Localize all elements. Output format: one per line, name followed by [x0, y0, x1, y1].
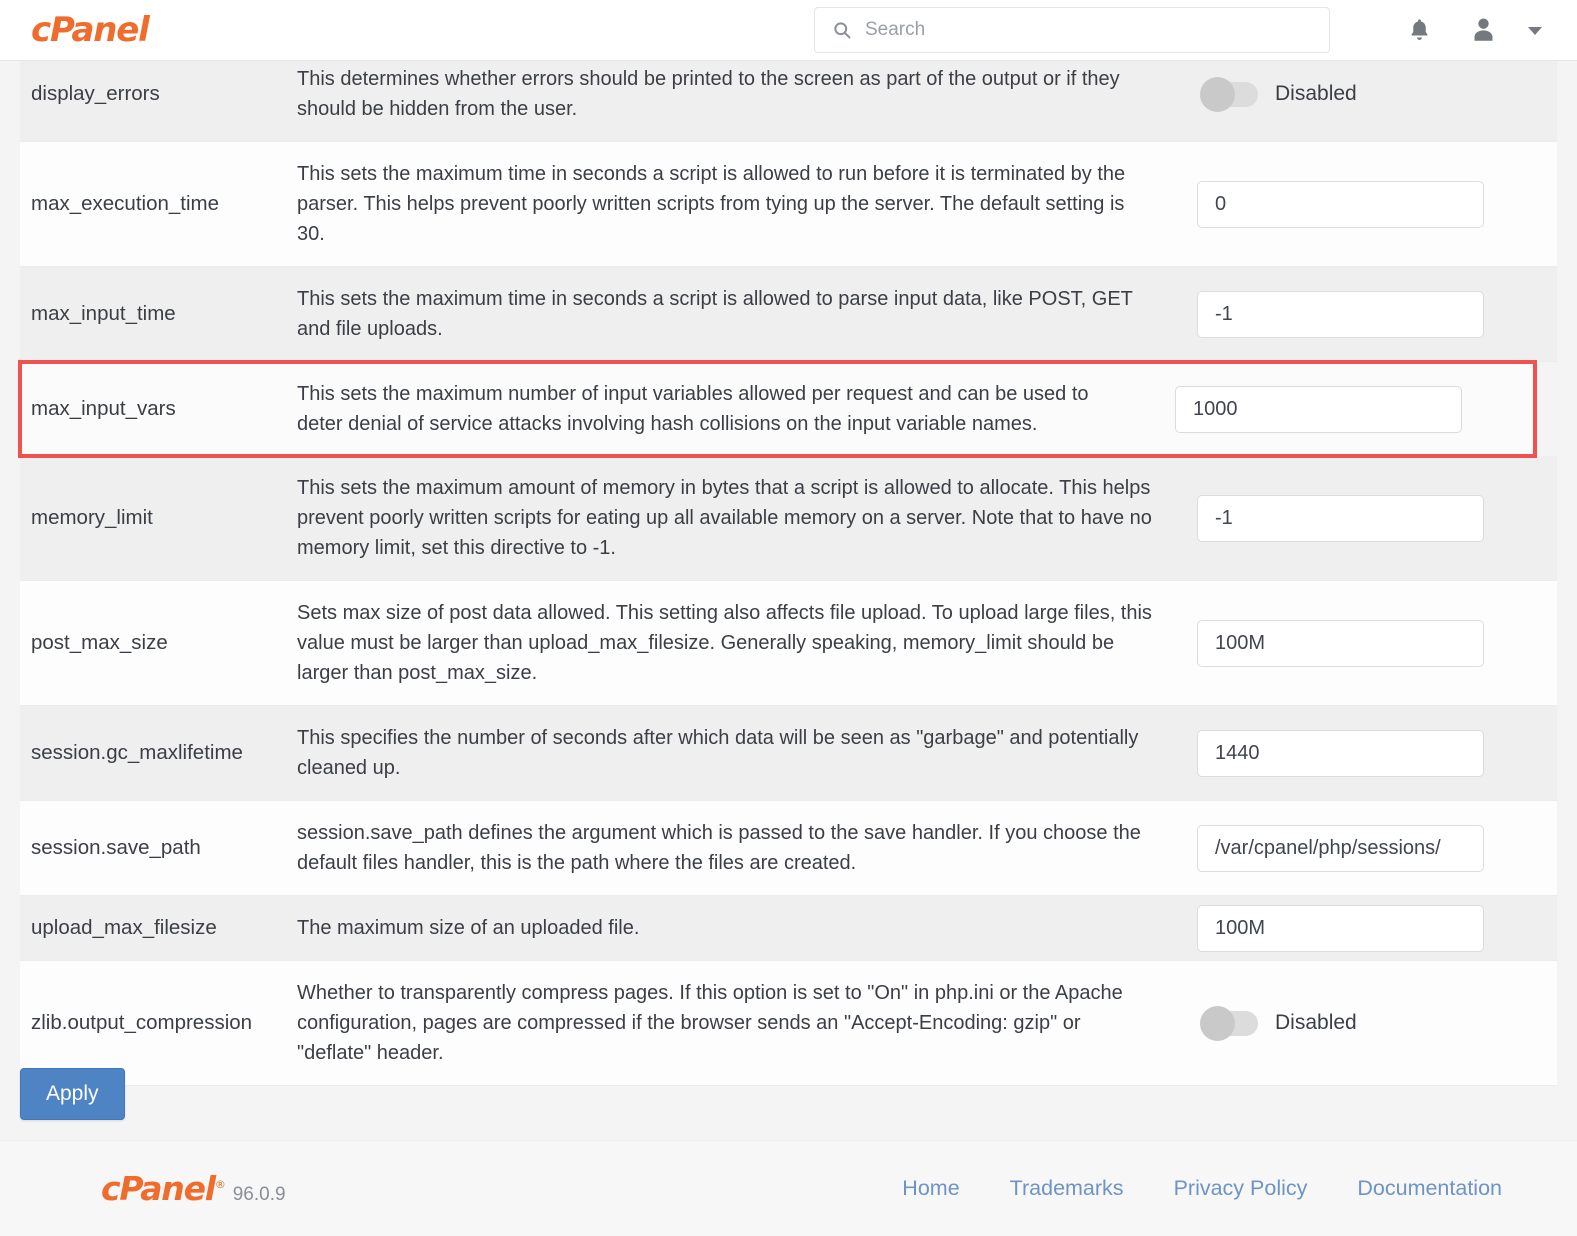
directive-control [1182, 801, 1557, 895]
directive-value-input[interactable] [1197, 904, 1484, 952]
registered-mark-icon: ® [214, 1178, 226, 1191]
footer-link[interactable]: Documentation [1332, 1176, 1527, 1201]
directive-description-text: Whether to transparently compress pages.… [297, 982, 1123, 1064]
footer-version: 96.0.9 [232, 1184, 286, 1205]
table-row: display_errors This determines whether er… [20, 47, 1557, 142]
footer-logo: cPanel® [101, 1169, 226, 1208]
table-row: session.gc_maxlifetime This specifies the… [20, 706, 1557, 801]
directive-name: post_max_size [31, 631, 168, 654]
toggle-switch[interactable] [1200, 1005, 1258, 1041]
footer-link[interactable]: Privacy Policy [1149, 1176, 1333, 1201]
directive-name: max_execution_time [31, 192, 220, 215]
directive-description: This specifies the number of seconds aft… [297, 706, 1182, 800]
user-icon [1470, 16, 1497, 46]
directive-description: This sets the maximum time in seconds a … [297, 267, 1182, 361]
directive-control [1182, 456, 1557, 580]
directive-description: This sets the maximum number of input va… [297, 362, 1160, 456]
directive-control [1182, 581, 1557, 705]
account-menu-toggle[interactable] [1515, 0, 1555, 61]
search-box[interactable] [814, 7, 1330, 53]
directive-name: max_input_time [31, 302, 176, 325]
php-directives-table: display_errors This determines whether er… [18, 47, 1557, 1086]
directive-control [1182, 706, 1557, 800]
directive-toggle-group: Disabled [1197, 1005, 1357, 1041]
directive-value-input[interactable] [1197, 729, 1484, 777]
directive-description-text: The maximum size of an uploaded file. [297, 917, 640, 939]
toggle-switch[interactable] [1200, 76, 1258, 112]
masthead: cPanel [0, 0, 1577, 61]
table-row: session.save_path session.save_path defin… [20, 801, 1557, 896]
table-row: post_max_size Sets max size of post data … [20, 581, 1557, 706]
table-row: memory_limit This sets the maximum amount… [20, 456, 1557, 581]
directive-toggle-group: Disabled [1197, 76, 1357, 112]
toggle-knob [1200, 76, 1235, 112]
directive-description: This sets the maximum time in seconds a … [297, 142, 1182, 266]
directive-description: session.save_path defines the argument w… [297, 801, 1182, 895]
directive-description: This determines whether errors should be… [297, 47, 1182, 141]
directive-control [1182, 142, 1557, 266]
notifications-button[interactable] [1387, 0, 1451, 61]
directive-control: Disabled [1182, 47, 1557, 141]
table-row: max_input_vars This sets the maximum numb… [18, 360, 1537, 458]
footer-link[interactable]: Home [877, 1176, 984, 1201]
table-row: upload_max_filesize The maximum size of a… [20, 896, 1557, 961]
directive-value-input[interactable] [1197, 619, 1484, 667]
directive-description-text: This sets the maximum time in seconds a … [297, 288, 1133, 340]
directive-description: Whether to transparently compress pages.… [297, 961, 1182, 1085]
chevron-down-icon [1528, 26, 1542, 35]
directive-description: The maximum size of an uploaded file. [297, 896, 1182, 960]
directive-name: upload_max_filesize [31, 916, 217, 939]
search-input[interactable] [863, 10, 1303, 50]
directive-control [1182, 267, 1557, 361]
directive-description: Sets max size of post data allowed. This… [297, 581, 1182, 705]
directive-description-text: This sets the maximum amount of memory i… [297, 477, 1152, 559]
search-icon [832, 20, 852, 40]
directive-description-text: This specifies the number of seconds aft… [297, 727, 1139, 779]
directive-name: memory_limit [31, 506, 153, 529]
table-row: max_execution_time This sets the maximum … [20, 142, 1557, 267]
header-icons [1387, 0, 1555, 61]
cpanel-logo[interactable]: cPanel [31, 13, 150, 47]
directive-control [1182, 896, 1557, 960]
directive-name: max_input_vars [31, 397, 176, 420]
directive-control: Disabled [1182, 961, 1557, 1085]
page-footer: cPanel® 96.0.9 Home Trademarks Privacy Pol… [0, 1140, 1577, 1236]
toggle-state-label: Disabled [1275, 82, 1357, 105]
user-account-button[interactable] [1451, 0, 1515, 61]
directive-name: display_errors [31, 82, 160, 105]
directive-control [1160, 362, 1535, 456]
table-row: zlib.output_compression Whether to transp… [20, 961, 1557, 1086]
footer-link[interactable]: Trademarks [985, 1176, 1149, 1201]
footer-links: Home Trademarks Privacy Policy Documentatio… [877, 1176, 1527, 1201]
directive-name: zlib.output_compression [31, 1011, 253, 1034]
directive-description-text: This sets the maximum number of input va… [297, 383, 1089, 435]
bell-icon [1407, 17, 1432, 45]
directive-value-input[interactable] [1197, 290, 1484, 338]
directive-description-text: Sets max size of post data allowed. This… [297, 602, 1152, 684]
apply-button[interactable]: Apply [20, 1068, 125, 1120]
directive-description: This sets the maximum amount of memory i… [297, 456, 1182, 580]
directive-description-text: session.save_path defines the argument w… [297, 822, 1141, 874]
footer-logo-text: cPanel [101, 1169, 216, 1208]
directive-value-input[interactable] [1175, 385, 1462, 433]
footer-brand: cPanel® 96.0.9 [101, 1169, 286, 1208]
toggle-state-label: Disabled [1275, 1011, 1357, 1034]
directive-description-text: This determines whether errors should be… [297, 68, 1120, 120]
apply-area: Apply [20, 1068, 125, 1120]
directive-value-input[interactable] [1197, 494, 1484, 542]
directive-name: session.gc_maxlifetime [31, 741, 243, 764]
directive-name: session.save_path [31, 836, 201, 859]
table-row: max_input_time This sets the maximum time… [20, 267, 1557, 362]
directive-value-input[interactable] [1197, 180, 1484, 228]
directive-value-input[interactable] [1197, 824, 1484, 872]
toggle-knob [1200, 1005, 1235, 1041]
directive-description-text: This sets the maximum time in seconds a … [297, 163, 1126, 245]
